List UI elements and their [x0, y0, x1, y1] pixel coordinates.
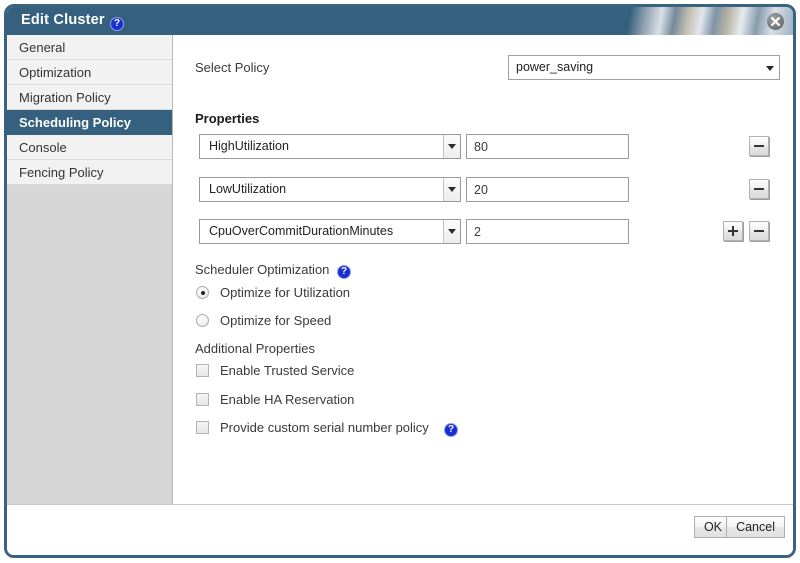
radio-label-optimize-for-speed: Optimize for Speed — [220, 313, 332, 328]
scheduler-optimization-label: Scheduler Optimization — [195, 262, 330, 277]
radio-optimize-for-utilization[interactable] — [196, 286, 209, 299]
additional-properties-label: Additional Properties — [195, 341, 315, 356]
title-help-icon[interactable] — [110, 15, 124, 33]
sidebar-item-scheduling-policy[interactable]: Scheduling Policy — [7, 110, 172, 135]
checkbox-enable-trusted-service[interactable] — [196, 364, 209, 377]
properties-heading: Properties — [195, 111, 260, 126]
property-name-value-0: HighUtilization — [209, 139, 289, 153]
serial-number-policy-help-icon[interactable] — [444, 421, 458, 439]
sidebar-item-fencing-policy[interactable]: Fencing Policy — [7, 160, 172, 185]
remove-property-button-1[interactable] — [749, 179, 769, 199]
property-name-value-2: CpuOverCommitDurationMinutes — [209, 224, 394, 238]
edit-cluster-dialog: Edit Cluster General Optimization Migrat… — [4, 4, 796, 558]
chevron-down-icon[interactable] — [443, 178, 460, 201]
radio-optimize-for-speed[interactable] — [196, 314, 209, 327]
titlebar-decoration — [573, 7, 793, 35]
sidebar-item-optimization[interactable]: Optimization — [7, 60, 172, 85]
sidebar-item-general[interactable]: General — [7, 35, 172, 60]
scheduler-optimization-help-icon[interactable] — [337, 263, 351, 281]
checkbox-label-enable-trusted-service: Enable Trusted Service — [220, 363, 355, 378]
dialog-body: General Optimization Migration Policy Sc… — [7, 35, 793, 555]
property-name-dropdown-1[interactable]: LowUtilization — [199, 177, 461, 202]
checkbox-label-provide-custom-serial-number-policy: Provide custom serial number policy — [220, 420, 429, 435]
remove-property-button-0[interactable] — [749, 136, 769, 156]
property-value-input-2[interactable] — [466, 219, 629, 244]
property-value-input-0[interactable] — [466, 134, 629, 159]
property-name-value-1: LowUtilization — [209, 182, 287, 196]
checkbox-enable-ha-reservation[interactable] — [196, 393, 209, 406]
remove-property-button-2[interactable] — [749, 221, 769, 241]
content-pane: Select Policy power_saving Properties Hi… — [174, 35, 793, 532]
sidebar-item-console[interactable]: Console — [7, 135, 172, 160]
sidebar-item-migration-policy[interactable]: Migration Policy — [7, 85, 172, 110]
dialog-footer: OK Cancel — [7, 504, 793, 555]
property-value-input-1[interactable] — [466, 177, 629, 202]
select-policy-value: power_saving — [516, 60, 594, 74]
property-name-dropdown-0[interactable]: HighUtilization — [199, 134, 461, 159]
select-policy-dropdown[interactable]: power_saving — [508, 55, 780, 80]
close-icon[interactable] — [767, 13, 784, 30]
property-name-dropdown-2[interactable]: CpuOverCommitDurationMinutes — [199, 219, 461, 244]
checkbox-label-enable-ha-reservation: Enable HA Reservation — [220, 392, 355, 407]
sidebar: General Optimization Migration Policy Sc… — [7, 35, 173, 532]
dialog-title: Edit Cluster — [21, 12, 105, 28]
checkbox-provide-custom-serial-number-policy[interactable] — [196, 421, 209, 434]
dialog-titlebar: Edit Cluster — [7, 7, 793, 35]
chevron-down-icon[interactable] — [443, 135, 460, 158]
chevron-down-icon[interactable] — [762, 57, 778, 78]
chevron-down-icon[interactable] — [443, 220, 460, 243]
cancel-button[interactable]: Cancel — [726, 516, 785, 538]
add-property-button-2[interactable] — [723, 221, 743, 241]
radio-label-optimize-for-utilization: Optimize for Utilization — [220, 285, 351, 300]
select-policy-label: Select Policy — [195, 60, 270, 75]
